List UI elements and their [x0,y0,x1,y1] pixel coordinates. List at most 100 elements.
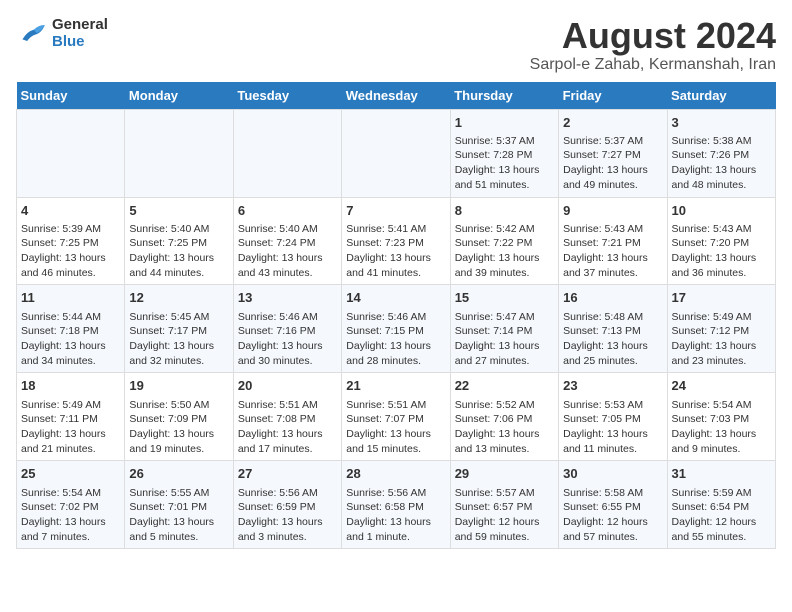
calendar-cell: 17Sunrise: 5:49 AM Sunset: 7:12 PM Dayli… [667,285,775,373]
calendar-cell: 11 Sunrise: 5:44 AM Sunset: 7:18 PM Dayli… [17,285,125,373]
calendar-cell: 3 Sunrise: 5:38 AM Sunset: 7:26 PM Daylig… [667,109,775,197]
logo-icon [16,17,48,49]
calendar-cell: 25Sunrise: 5:54 AM Sunset: 7:02 PM Dayli… [17,461,125,549]
calendar-cell: 23Sunrise: 5:53 AM Sunset: 7:05 PM Dayli… [559,373,667,461]
day-info: Sunrise: 5:55 AM Sunset: 7:01 PM Dayligh… [129,486,228,545]
calendar-cell: 8Sunrise: 5:42 AM Sunset: 7:22 PM Daylig… [450,197,558,285]
day-number: 9 [563,202,662,220]
day-number: 14 [346,289,445,307]
calendar-cell: 27Sunrise: 5:56 AM Sunset: 6:59 PM Dayli… [233,461,341,549]
day-info: Sunrise: 5:54 AM Sunset: 7:03 PM Dayligh… [672,398,771,457]
calendar-cell: 16 Sunrise: 5:48 AM Sunset: 7:13 PM Dayli… [559,285,667,373]
calendar-cell: 4Sunrise: 5:39 AM Sunset: 7:25 PM Daylig… [17,197,125,285]
day-number: 6 [238,202,337,220]
day-info: Sunrise: 5:59 AM Sunset: 6:54 PM Dayligh… [672,486,771,545]
day-number: 20 [238,377,337,395]
calendar-cell [17,109,125,197]
day-info: Sunrise: 5:52 AM Sunset: 7:06 PM Dayligh… [455,398,554,457]
day-number: 2 [563,114,662,132]
day-info: Sunrise: 5:41 AM Sunset: 7:23 PM Dayligh… [346,222,445,281]
day-info: Sunrise: 5:50 AM Sunset: 7:09 PM Dayligh… [129,398,228,457]
logo-text: General Blue [52,16,108,50]
day-info: Sunrise: 5:58 AM Sunset: 6:55 PM Dayligh… [563,486,662,545]
calendar-cell: 7 Sunrise: 5:41 AM Sunset: 7:23 PM Daylig… [342,197,450,285]
calendar-cell: 1 Sunrise: 5:37 AM Sunset: 7:28 PM Daylig… [450,109,558,197]
calendar-week-1: 1 Sunrise: 5:37 AM Sunset: 7:28 PM Daylig… [17,109,776,197]
day-number: 3 [672,114,771,132]
day-info: Sunrise: 5:43 AM Sunset: 7:20 PM Dayligh… [672,222,771,281]
day-number: 11 [21,289,120,307]
day-info: Sunrise: 5:49 AM Sunset: 7:11 PM Dayligh… [21,398,120,457]
day-number: 26 [129,465,228,483]
day-number: 29 [455,465,554,483]
day-info: Sunrise: 5:39 AM Sunset: 7:25 PM Dayligh… [21,222,120,281]
day-info: Sunrise: 5:51 AM Sunset: 7:07 PM Dayligh… [346,398,445,457]
day-info: Sunrise: 5:38 AM Sunset: 7:26 PM Dayligh… [672,134,771,193]
calendar-cell: 19 Sunrise: 5:50 AM Sunset: 7:09 PM Dayli… [125,373,233,461]
calendar-cell: 22Sunrise: 5:52 AM Sunset: 7:06 PM Dayli… [450,373,558,461]
day-header-wednesday: Wednesday [342,82,450,110]
calendar-cell [233,109,341,197]
day-number: 19 [129,377,228,395]
day-number: 31 [672,465,771,483]
day-number: 21 [346,377,445,395]
day-info: Sunrise: 5:37 AM Sunset: 7:28 PM Dayligh… [455,134,554,193]
day-info: Sunrise: 5:48 AM Sunset: 7:13 PM Dayligh… [563,310,662,369]
calendar-week-5: 25Sunrise: 5:54 AM Sunset: 7:02 PM Dayli… [17,461,776,549]
day-info: Sunrise: 5:51 AM Sunset: 7:08 PM Dayligh… [238,398,337,457]
day-info: Sunrise: 5:40 AM Sunset: 7:24 PM Dayligh… [238,222,337,281]
calendar-cell: 30 Sunrise: 5:58 AM Sunset: 6:55 PM Dayli… [559,461,667,549]
calendar-cell: 31 Sunrise: 5:59 AM Sunset: 6:54 PM Dayli… [667,461,775,549]
day-header-thursday: Thursday [450,82,558,110]
calendar-cell [125,109,233,197]
calendar-cell: 14 Sunrise: 5:46 AM Sunset: 7:15 PM Dayli… [342,285,450,373]
calendar-cell: 13Sunrise: 5:46 AM Sunset: 7:16 PM Dayli… [233,285,341,373]
day-number: 23 [563,377,662,395]
calendar-cell: 28Sunrise: 5:56 AM Sunset: 6:58 PM Dayli… [342,461,450,549]
calendar-subtitle: Sarpol-e Zahab, Kermanshah, Iran [530,56,776,74]
day-info: Sunrise: 5:54 AM Sunset: 7:02 PM Dayligh… [21,486,120,545]
calendar-table: SundayMondayTuesdayWednesdayThursdayFrid… [16,82,776,550]
day-number: 7 [346,202,445,220]
day-info: Sunrise: 5:40 AM Sunset: 7:25 PM Dayligh… [129,222,228,281]
calendar-cell: 26 Sunrise: 5:55 AM Sunset: 7:01 PM Dayli… [125,461,233,549]
day-number: 12 [129,289,228,307]
calendar-cell: 24Sunrise: 5:54 AM Sunset: 7:03 PM Dayli… [667,373,775,461]
day-number: 10 [672,202,771,220]
day-number: 13 [238,289,337,307]
calendar-cell [342,109,450,197]
calendar-cell: 10 Sunrise: 5:43 AM Sunset: 7:20 PM Dayli… [667,197,775,285]
calendar-cell: 5 Sunrise: 5:40 AM Sunset: 7:25 PM Daylig… [125,197,233,285]
day-number: 30 [563,465,662,483]
day-info: Sunrise: 5:37 AM Sunset: 7:27 PM Dayligh… [563,134,662,193]
logo: General Blue [16,16,108,50]
day-header-monday: Monday [125,82,233,110]
calendar-cell: 2 Sunrise: 5:37 AM Sunset: 7:27 PM Daylig… [559,109,667,197]
page-header: General Blue August 2024 Sarpol-e Zahab,… [16,16,776,74]
day-number: 5 [129,202,228,220]
day-number: 17 [672,289,771,307]
day-header-tuesday: Tuesday [233,82,341,110]
calendar-header-row: SundayMondayTuesdayWednesdayThursdayFrid… [17,82,776,110]
day-info: Sunrise: 5:47 AM Sunset: 7:14 PM Dayligh… [455,310,554,369]
day-number: 1 [455,114,554,132]
day-header-saturday: Saturday [667,82,775,110]
calendar-cell: 12Sunrise: 5:45 AM Sunset: 7:17 PM Dayli… [125,285,233,373]
calendar-cell: 21 Sunrise: 5:51 AM Sunset: 7:07 PM Dayli… [342,373,450,461]
calendar-week-2: 4Sunrise: 5:39 AM Sunset: 7:25 PM Daylig… [17,197,776,285]
day-info: Sunrise: 5:44 AM Sunset: 7:18 PM Dayligh… [21,310,120,369]
day-info: Sunrise: 5:57 AM Sunset: 6:57 PM Dayligh… [455,486,554,545]
day-number: 18 [21,377,120,395]
calendar-body: 1 Sunrise: 5:37 AM Sunset: 7:28 PM Daylig… [17,109,776,549]
calendar-cell: 6 Sunrise: 5:40 AM Sunset: 7:24 PM Daylig… [233,197,341,285]
calendar-cell: 15Sunrise: 5:47 AM Sunset: 7:14 PM Dayli… [450,285,558,373]
day-header-sunday: Sunday [17,82,125,110]
day-number: 28 [346,465,445,483]
day-header-friday: Friday [559,82,667,110]
day-number: 16 [563,289,662,307]
day-number: 8 [455,202,554,220]
day-info: Sunrise: 5:43 AM Sunset: 7:21 PM Dayligh… [563,222,662,281]
calendar-week-4: 18 Sunrise: 5:49 AM Sunset: 7:11 PM Dayli… [17,373,776,461]
calendar-cell: 18 Sunrise: 5:49 AM Sunset: 7:11 PM Dayli… [17,373,125,461]
day-info: Sunrise: 5:46 AM Sunset: 7:15 PM Dayligh… [346,310,445,369]
